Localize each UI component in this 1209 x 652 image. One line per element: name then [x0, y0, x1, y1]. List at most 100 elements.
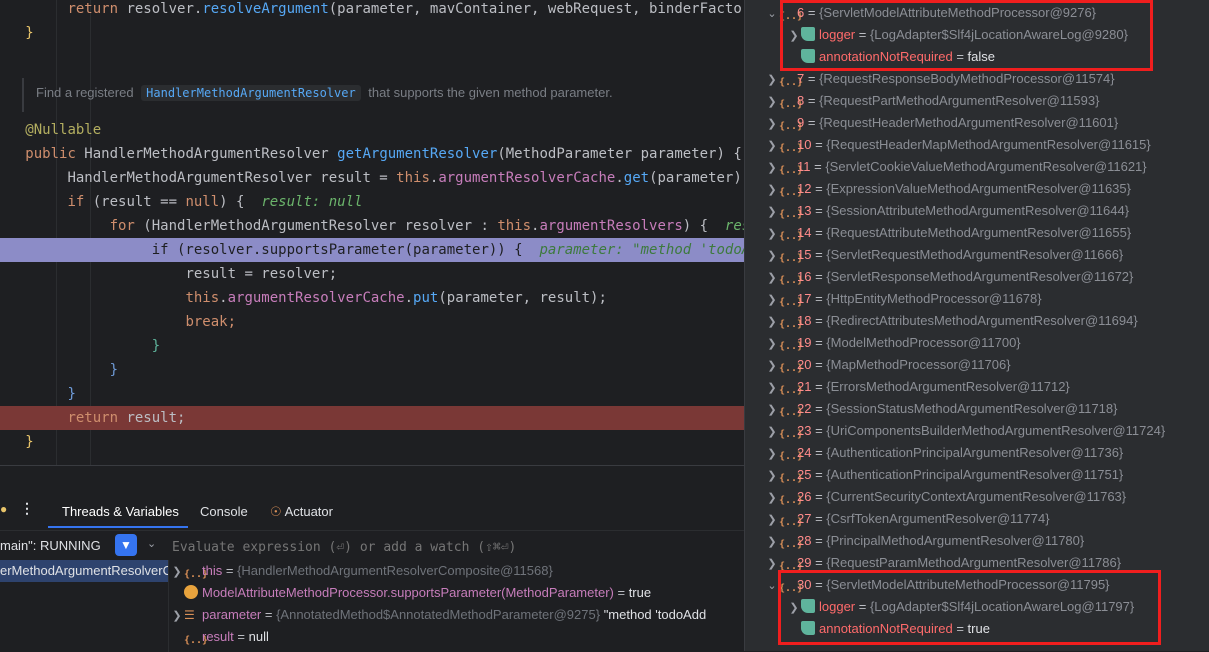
code-line-close-brace[interactable]: } — [0, 382, 744, 406]
chevron-right-icon[interactable]: ❯ — [765, 311, 779, 333]
chevron-right-icon[interactable]: ❯ — [765, 443, 779, 465]
chevron-right-icon[interactable]: ❯ — [765, 223, 779, 245]
object-icon: {..} — [779, 143, 804, 154]
tree-item[interactable]: ❯ {..}24 = {AuthenticationPrincipalArgume… — [765, 442, 1123, 464]
chevron-right-icon[interactable]: ❯ — [765, 69, 779, 91]
chevron-right-icon[interactable]: ❯ — [765, 333, 779, 355]
tree-item[interactable]: ❯ {..}8 = {RequestPartMethodArgumentResol… — [765, 90, 1099, 112]
chevron-right-icon[interactable]: ❯ — [765, 91, 779, 113]
inline-value-hint: reso — [724, 218, 744, 234]
frames-list: erMethodArgumentResolverC — [0, 560, 169, 652]
tree-item[interactable]: ❯ {..}23 = {UriComponentsBuilderMethodArg… — [765, 420, 1165, 442]
tree-item[interactable]: ❯ {..}16 = {ServletResponseMethodArgument… — [765, 266, 1133, 288]
chevron-right-icon[interactable]: ❯ — [765, 267, 779, 289]
chevron-right-icon[interactable]: ❯ — [765, 355, 779, 377]
code-line-current-execution[interactable]: if (resolver.supportsParameter(parameter… — [0, 238, 744, 262]
chevron-right-icon[interactable]: ❯ — [765, 531, 779, 553]
chevron-right-icon[interactable]: ❯ — [765, 399, 779, 421]
object-icon: {..} — [779, 99, 804, 110]
tree-item[interactable]: ❯ {..}19 = {ModelMethodProcessor@11700} — [765, 332, 1020, 355]
tree-item[interactable]: ❯ {..}22 = {SessionStatusMethodArgumentRe… — [765, 398, 1117, 420]
tree-item[interactable]: ❯ {..}11 = {ServletCookieValueMethodArgum… — [765, 156, 1146, 179]
tab-console[interactable]: Console — [200, 494, 248, 530]
chevron-right-icon[interactable]: ❯ — [170, 605, 184, 627]
tree-item[interactable]: ❯ {..}20 = {MapMethodProcessor@11706} — [765, 354, 1010, 377]
chevron-right-icon[interactable]: ❯ — [765, 157, 779, 179]
tree-item[interactable]: ❯ {..}10 = {RequestHeaderMapMethodArgumen… — [765, 134, 1150, 157]
chevron-down-icon[interactable]: ⌄ — [147, 537, 156, 550]
object-icon: {..} — [779, 363, 804, 374]
tree-item[interactable]: ❯ {..}25 = {AuthenticationPrincipalArgume… — [765, 464, 1123, 486]
object-icon: {..} — [779, 495, 804, 506]
object-icon: {..} — [184, 569, 209, 580]
chevron-right-icon[interactable]: ❯ — [765, 245, 779, 267]
tree-item[interactable]: ❯ {..}12 = {ExpressionValueMethodArgument… — [765, 178, 1131, 200]
tree-item[interactable]: ❯ {..}7 = {RequestResponseBodyMethodProce… — [765, 68, 1114, 91]
chevron-right-icon[interactable]: ❯ — [765, 553, 779, 575]
doc-comment: Find a registered HandlerMethodArgumentR… — [22, 78, 744, 112]
chevron-right-icon[interactable]: ❯ — [170, 561, 184, 583]
evaluate-expression-input[interactable] — [170, 534, 744, 560]
code-line-close-brace[interactable]: } — [0, 334, 744, 358]
tab-actuator[interactable]: ☉ Actuator — [270, 494, 333, 530]
code-line-cache-get[interactable]: HandlerMethodArgumentResolver result = t… — [0, 166, 744, 190]
chevron-right-icon[interactable]: ❯ — [765, 289, 779, 311]
tree-item[interactable]: ❯ {..}15 = {ServletRequestMethodArgumentR… — [765, 244, 1123, 266]
tree-item[interactable]: ❯ {..}27 = {CsrfTokenArgumentResolver@117… — [765, 508, 1049, 531]
tree-item[interactable]: ❯ {..}26 = {CurrentSecurityContextArgumen… — [765, 486, 1126, 508]
chevron-right-icon[interactable]: ❯ — [765, 509, 779, 531]
variable-row-this[interactable]: ❯ {..}this = {HandlerMethodArgumentResolv… — [170, 560, 744, 582]
code-line-resolve-argument[interactable]: return resolver.resolveArgument(paramete… — [0, 0, 744, 21]
object-icon: {..} — [779, 451, 804, 462]
chevron-right-icon[interactable]: ❯ — [765, 135, 779, 157]
variables-list: ❯ {..}this = {HandlerMethodArgumentResolv… — [170, 560, 744, 652]
tree-item[interactable]: ❯ {..}14 = {RequestAttributeMethodArgumen… — [765, 222, 1131, 244]
inline-value-hint: parameter: "method 'todoAdd — [539, 242, 744, 258]
tree-item[interactable]: ❯ {..}21 = {ErrorsMethodArgumentResolver@… — [765, 376, 1069, 399]
frame-item[interactable]: erMethodArgumentResolverC — [0, 560, 168, 582]
code-line-close-brace[interactable]: } — [0, 430, 744, 454]
chevron-right-icon[interactable]: ❯ — [765, 487, 779, 509]
object-icon: {..} — [779, 517, 804, 528]
object-icon: {..} — [779, 429, 804, 440]
variable-row-parameter[interactable]: ❯ ☰ parameter = {AnnotatedMethod$Annotated… — [170, 604, 744, 626]
code-line-annotation[interactable]: @Nullable — [0, 118, 744, 142]
code-line-cache-put[interactable]: this.argumentResolverCache.put(parameter… — [0, 286, 744, 310]
chevron-right-icon[interactable]: ❯ — [765, 179, 779, 201]
chevron-down-icon[interactable]: ⌄ — [765, 575, 779, 597]
tree-item[interactable]: ❯ {..}18 = {RedirectAttributesMethodArgum… — [765, 310, 1137, 333]
object-icon: {..} — [779, 253, 804, 264]
chevron-right-icon[interactable]: ❯ — [765, 421, 779, 443]
code-line-for-loop[interactable]: for (HandlerMethodArgumentResolver resol… — [0, 214, 744, 238]
thread-selector[interactable]: main": RUNNING — [0, 531, 101, 561]
code-line-breakpoint[interactable]: return result; — [0, 406, 744, 430]
object-icon: {..} — [779, 165, 804, 176]
filter-icon[interactable]: ▼ — [115, 534, 137, 556]
object-icon: {..} — [779, 209, 804, 220]
code-line-break[interactable]: break; — [0, 310, 744, 334]
object-icon: {..} — [779, 121, 804, 132]
chevron-right-icon[interactable]: ❯ — [765, 465, 779, 487]
tree-item[interactable]: ❯ {..}9 = {RequestHeaderMethodArgumentRes… — [765, 112, 1118, 134]
code-editor[interactable]: return resolver.resolveArgument(paramete… — [0, 0, 744, 465]
tab-threads-variables[interactable]: Threads & Variables — [62, 494, 179, 530]
object-icon: {..} — [779, 77, 804, 88]
chevron-right-icon[interactable]: ❯ — [765, 113, 779, 135]
chevron-down-icon[interactable]: ⌄ — [765, 3, 779, 25]
code-line-method-signature[interactable]: public HandlerMethodArgumentResolver get… — [0, 142, 744, 166]
inline-value-hint: result: null — [261, 194, 363, 210]
doc-code-ref[interactable]: HandlerMethodArgumentResolver — [141, 85, 361, 101]
chevron-right-icon[interactable]: ❯ — [765, 377, 779, 399]
code-line-assign-result[interactable]: result = resolver; — [0, 262, 744, 286]
object-icon: {..} — [779, 407, 804, 418]
return-value-icon — [184, 585, 198, 599]
code-line-close-brace[interactable]: } — [0, 358, 744, 382]
code-line-if-null[interactable]: if (result == null) { result: null — [0, 190, 744, 214]
tree-item[interactable]: ❯ {..}28 = {PrincipalMethodArgumentResolv… — [765, 530, 1084, 552]
tree-item[interactable]: ❯ {..}17 = {HttpEntityMethodProcessor@116… — [765, 288, 1041, 311]
tree-item[interactable]: ❯ {..}13 = {SessionAttributeMethodArgumen… — [765, 200, 1129, 222]
code-line-close-brace[interactable]: } — [0, 21, 744, 45]
variable-row-method-return[interactable]: ModelAttributeMethodProcessor.supportsPa… — [170, 582, 744, 604]
chevron-right-icon[interactable]: ❯ — [765, 201, 779, 223]
variable-row-result[interactable]: {..}result = null — [170, 626, 744, 648]
